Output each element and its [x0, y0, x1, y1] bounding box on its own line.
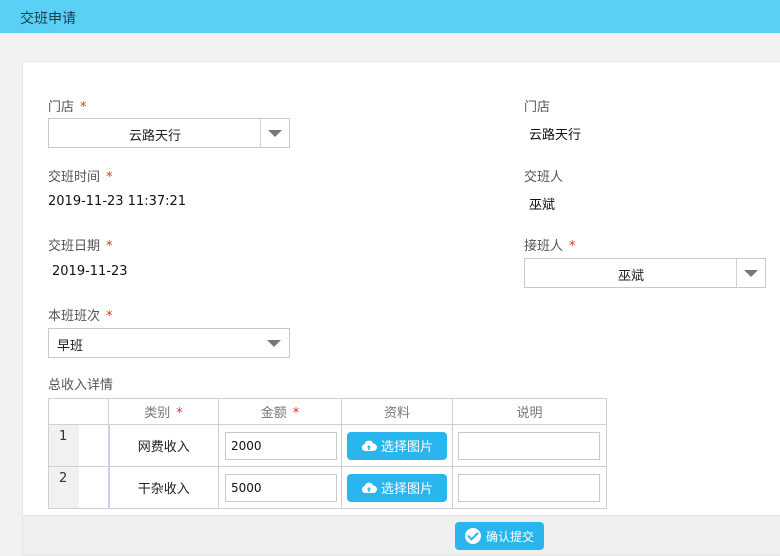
store-select-toggle[interactable] — [260, 119, 289, 147]
form-card: 门店 * 云路天行 门店 云路天行 交班时间 * 2019-11-23 11:37:… — [22, 61, 780, 556]
note-input[interactable] — [458, 473, 600, 502]
row-index: 2 — [48, 466, 79, 509]
income-section-label: 总收入详情 — [48, 378, 114, 393]
handover-date-label-row: 交班日期 * — [48, 235, 113, 254]
choose-image-button[interactable]: 选择图片 — [347, 473, 447, 502]
column-header-attachment: 资料 — [341, 398, 453, 425]
chevron-down-icon — [744, 270, 758, 277]
column-header-category: 类别 * — [108, 398, 219, 425]
required-mark: * — [106, 239, 113, 254]
required-mark: * — [106, 170, 113, 185]
handover-person-label: 交班人 — [524, 170, 564, 185]
shift-select[interactable]: 早班 — [48, 328, 290, 358]
index-header — [48, 398, 109, 425]
amount-input[interactable] — [225, 473, 337, 502]
row-category: 干杂收入 — [108, 466, 219, 509]
cloud-upload-icon — [361, 482, 377, 493]
chevron-down-icon — [268, 130, 282, 137]
row-attachment-cell: 选择图片 — [341, 424, 453, 467]
row-amount-cell — [218, 466, 342, 509]
receiver-label-row: 接班人 * — [524, 235, 576, 254]
chevron-down-icon[interactable] — [267, 340, 281, 347]
required-mark: * — [106, 309, 113, 324]
table-row: 2 干杂收入 选择图片 — [48, 466, 607, 509]
required-mark: * — [80, 100, 87, 115]
form-footer: 确认提交 — [23, 515, 780, 555]
submit-label: 确认提交 — [485, 529, 534, 544]
receiver-label: 接班人 — [524, 239, 564, 254]
row-index: 1 — [48, 424, 79, 467]
column-header-note: 说明 — [452, 398, 607, 425]
choose-image-label: 选择图片 — [380, 482, 433, 497]
choose-image-label: 选择图片 — [380, 440, 433, 455]
receiver-select-value: 巫斌 — [617, 269, 644, 284]
store-select[interactable]: 云路天行 — [48, 118, 290, 148]
handover-time-label: 交班时间 — [48, 170, 101, 185]
row-amount-cell — [218, 424, 342, 467]
handover-time-value: 2019-11-23 11:37:21 — [48, 194, 187, 209]
shift-label: 本班班次 — [48, 309, 101, 324]
row-category: 网费收入 — [108, 424, 219, 467]
table-header-row: 类别 * 金额 * 资料 说明 — [48, 398, 607, 425]
row-selector[interactable] — [78, 466, 110, 509]
page-title: 交班申请 — [20, 11, 76, 27]
handover-date-value: 2019-11-23 — [52, 264, 128, 279]
amount-input[interactable] — [225, 431, 337, 460]
income-table: 类别* 金额* 资料 说明 1 网费收入 选择图片 — [48, 398, 607, 509]
store-display-label: 门店 — [524, 100, 551, 115]
handover-date-label: 交班日期 — [48, 239, 101, 254]
row-selector[interactable] — [78, 424, 110, 467]
required-mark: * — [569, 239, 576, 254]
handover-time-label-row: 交班时间 * — [48, 166, 113, 185]
receiver-select[interactable]: 巫斌 — [524, 258, 766, 288]
row-note-cell — [452, 466, 607, 509]
receiver-select-toggle[interactable] — [736, 259, 765, 287]
store-label: 门店 — [48, 100, 75, 115]
shift-select-value: 早班 — [57, 339, 84, 354]
column-header-amount: 金额 * — [218, 398, 342, 425]
store-label-row: 门店 * — [48, 96, 87, 115]
title-bar: 交班申请 — [0, 0, 780, 33]
store-display-value: 云路天行 — [529, 128, 582, 143]
cloud-upload-icon — [361, 440, 377, 451]
choose-image-button[interactable]: 选择图片 — [347, 431, 447, 460]
submit-button[interactable]: 确认提交 — [455, 522, 544, 550]
store-select-value: 云路天行 — [128, 129, 181, 144]
handover-person-value: 巫斌 — [529, 198, 556, 213]
table-row: 1 网费收入 选择图片 — [48, 424, 607, 467]
shift-label-row: 本班班次 * — [48, 305, 113, 324]
check-circle-icon — [464, 528, 481, 544]
row-attachment-cell: 选择图片 — [341, 466, 453, 509]
note-input[interactable] — [458, 431, 600, 460]
row-note-cell — [452, 424, 607, 467]
